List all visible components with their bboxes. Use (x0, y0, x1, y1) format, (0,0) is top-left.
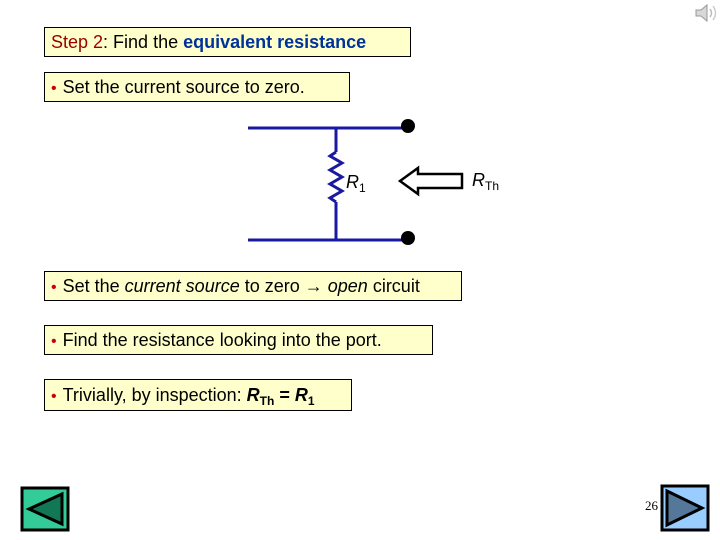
bullet-2: • Set the current source to zero → open c… (44, 271, 462, 301)
speaker-icon[interactable] (694, 2, 720, 24)
bullet-4: • Trivially, by inspection: RTh = R1 (44, 379, 352, 411)
next-slide-button[interactable] (660, 484, 710, 532)
circuit-wires (248, 126, 408, 242)
bullet-text-a: Trivially, by inspection: (62, 385, 247, 405)
r1-symbol: R (294, 385, 308, 405)
r1-sub: 1 (307, 394, 315, 408)
page-number: 26 (645, 498, 658, 513)
rth-label: RTh (472, 170, 499, 193)
bullet-dot: • (51, 333, 57, 350)
rth-label-main: R (472, 170, 485, 190)
bullet-dot: • (51, 279, 57, 296)
resistor-label-main: R (346, 172, 359, 192)
bullet-dot: • (51, 388, 57, 405)
resistor-label-sub: 1 (359, 181, 366, 195)
bullet-text-a: Set the (62, 276, 125, 296)
terminal-top (401, 119, 415, 133)
bullet-text-f: circuit (367, 276, 420, 296)
resistor-zigzag (327, 150, 345, 204)
terminal-bottom (401, 231, 415, 245)
arrow-icon (397, 165, 464, 197)
bullet-text-e: open (327, 276, 368, 296)
bullet-text-b: current source (124, 276, 240, 296)
equals-sign: = (274, 385, 295, 405)
resistor-label: R1 (346, 172, 366, 195)
bullet-3: • Find the resistance looking into the po… (44, 325, 433, 355)
rth-label-sub: Th (485, 179, 500, 193)
rth-symbol: R (246, 385, 260, 405)
bullet-text-c: to zero (239, 276, 305, 296)
previous-slide-button[interactable] (20, 486, 70, 532)
bullet-text: Find the resistance looking into the por… (62, 330, 382, 350)
rth-sub: Th (259, 394, 275, 408)
circuit-diagram (248, 119, 464, 245)
right-arrow-icon: → (304, 276, 323, 296)
